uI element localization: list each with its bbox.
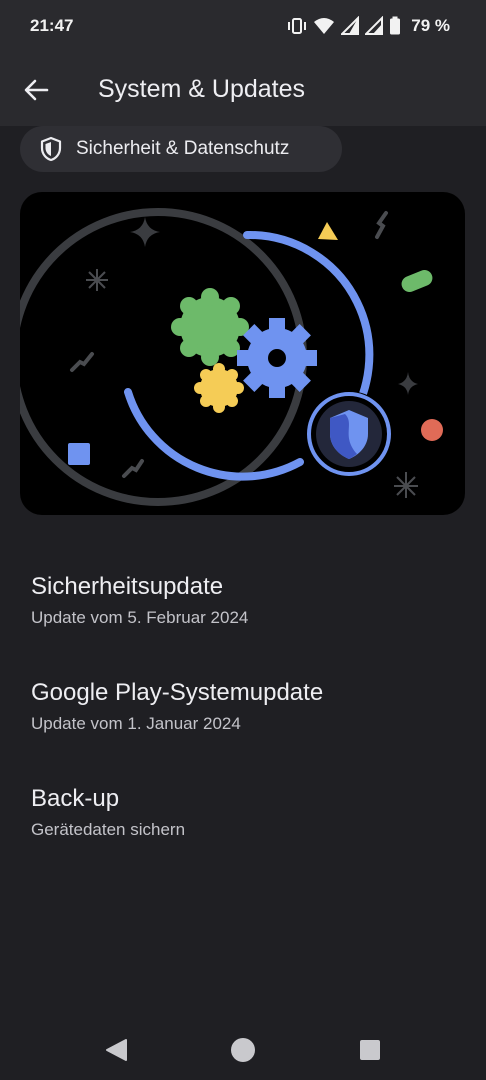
chip-label: Sicherheit & Datenschutz <box>76 138 290 159</box>
arrow-back-icon <box>24 79 49 101</box>
list-item-backup[interactable]: Back-up Gerätedaten sichern <box>31 784 461 840</box>
gear-icon <box>237 318 317 398</box>
nav-recents-button[interactable] <box>354 1034 386 1066</box>
signal-icon <box>365 16 384 35</box>
squiggle-decoration <box>70 352 94 372</box>
list-item-google-play-update[interactable]: Google Play-Systemupdate Update vom 1. J… <box>31 678 461 734</box>
sparkle-decoration <box>398 372 418 395</box>
item-title: Google Play-Systemupdate <box>31 679 324 706</box>
status-bar: 21:47 79 % <box>0 0 486 52</box>
yellow-flower-shape <box>194 363 244 413</box>
triangle-decoration <box>318 222 338 240</box>
squiggle-decoration <box>122 459 144 478</box>
item-subtitle: Update vom 5. Februar 2024 <box>31 608 249 627</box>
security-privacy-chip[interactable]: Sicherheit & Datenschutz <box>20 126 342 172</box>
app-bar: System & Updates <box>0 52 486 126</box>
status-time: 21:47 <box>30 16 74 35</box>
burst-decoration <box>86 269 108 291</box>
vibrate-icon <box>288 18 307 34</box>
list-item-security-update[interactable]: Sicherheitsupdate Update vom 5. Februar … <box>31 572 461 628</box>
hero-illustration <box>20 192 465 515</box>
signal-icon <box>341 16 360 35</box>
square-decoration <box>68 443 90 465</box>
back-button[interactable] <box>18 72 54 108</box>
navigation-bar <box>0 1016 486 1080</box>
back-triangle-icon <box>106 1039 127 1061</box>
security-updates-illustration <box>20 208 443 506</box>
sparkle-decoration <box>130 217 160 247</box>
wifi-icon <box>314 18 335 34</box>
nav-back-button[interactable] <box>100 1034 132 1066</box>
shield-badge-icon <box>306 391 392 477</box>
nav-home-button[interactable] <box>227 1034 259 1066</box>
dot-decoration <box>421 419 443 441</box>
item-subtitle: Update vom 1. Januar 2024 <box>31 714 241 733</box>
page-title: System & Updates <box>98 75 306 103</box>
shield-icon <box>40 136 62 162</box>
pill-decoration <box>401 270 433 292</box>
battery-icon <box>390 16 401 35</box>
home-circle-icon <box>231 1038 255 1062</box>
recents-square-icon <box>360 1040 380 1060</box>
item-subtitle: Gerätedaten sichern <box>31 820 186 839</box>
status-icons: 79 % <box>287 14 450 38</box>
item-title: Sicherheitsupdate <box>31 573 224 600</box>
burst-decoration <box>394 472 418 498</box>
squiggle-decoration <box>375 211 388 239</box>
battery-percent: 79 % <box>411 16 450 35</box>
item-title: Back-up <box>31 785 120 812</box>
